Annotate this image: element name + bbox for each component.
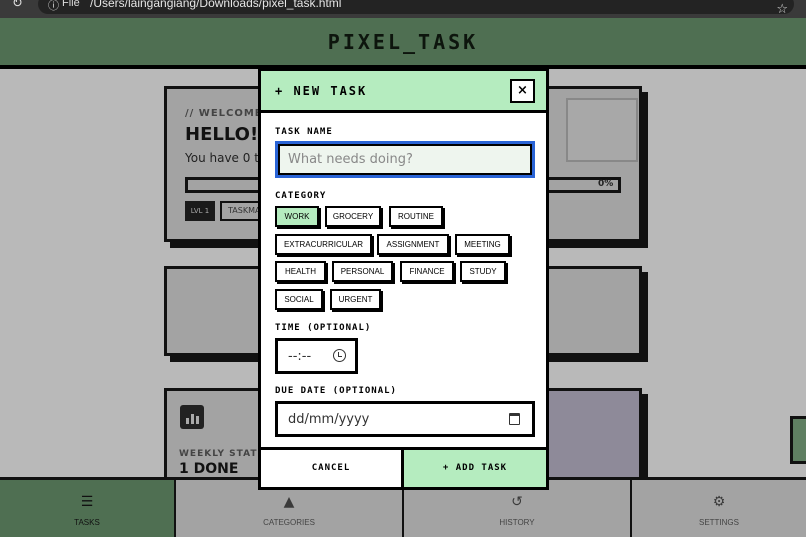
modal-header: + NEW TASK × bbox=[261, 71, 546, 113]
modal-title: + NEW TASK bbox=[275, 84, 368, 98]
category-chip-extracurricular[interactable]: EXTRACURRICULAR bbox=[275, 234, 372, 255]
category-chip-study[interactable]: STUDY bbox=[460, 261, 506, 282]
close-button[interactable]: × bbox=[510, 79, 535, 103]
category-chip-meeting[interactable]: MEETING bbox=[455, 234, 510, 255]
category-chip-finance[interactable]: FINANCE bbox=[400, 261, 454, 282]
time-value: --:-- bbox=[288, 349, 312, 364]
category-chip-health[interactable]: HEALTH bbox=[275, 261, 326, 282]
time-label: TIME (OPTIONAL) bbox=[275, 323, 372, 333]
category-chip-work[interactable]: WORK bbox=[275, 206, 319, 227]
due-date-label: DUE DATE (OPTIONAL) bbox=[275, 386, 397, 396]
category-chip-grocery[interactable]: GROCERY bbox=[325, 206, 381, 227]
task-name-input[interactable] bbox=[275, 141, 535, 178]
category-label: CATEGORY bbox=[275, 191, 327, 201]
calendar-icon[interactable] bbox=[509, 413, 520, 425]
cancel-button[interactable]: CANCEL bbox=[261, 450, 404, 487]
category-chip-urgent[interactable]: URGENT bbox=[330, 289, 381, 310]
new-task-modal: + NEW TASK × TASK NAME CATEGORY WORK GRO… bbox=[258, 68, 549, 490]
time-input[interactable]: --:-- bbox=[275, 338, 358, 374]
modal-footer: CANCEL + ADD TASK bbox=[261, 447, 546, 487]
category-chip-assignment[interactable]: ASSIGNMENT bbox=[377, 234, 449, 255]
category-chip-personal[interactable]: PERSONAL bbox=[332, 261, 393, 282]
category-chip-routine[interactable]: ROUTINE bbox=[389, 206, 443, 227]
category-chip-social[interactable]: SOCIAL bbox=[275, 289, 323, 310]
due-date-input[interactable]: dd/mm/yyyy bbox=[275, 401, 535, 437]
due-date-value: dd/mm/yyyy bbox=[288, 412, 370, 427]
add-task-button[interactable]: + ADD TASK bbox=[404, 450, 546, 487]
clock-icon[interactable] bbox=[333, 349, 346, 362]
task-name-label: TASK NAME bbox=[275, 127, 333, 137]
